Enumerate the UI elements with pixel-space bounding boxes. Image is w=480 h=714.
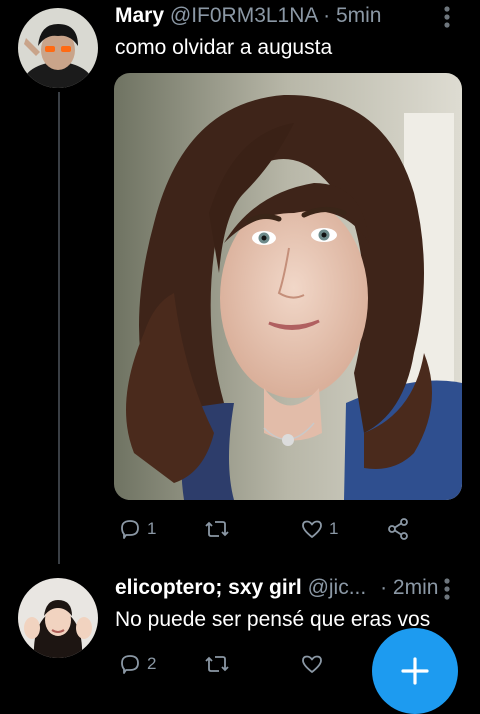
like-count: 1: [329, 519, 339, 538]
heart-icon: [300, 517, 324, 541]
retweet-button[interactable]: [204, 652, 230, 676]
plus-icon: [400, 656, 430, 686]
reply-count: 2: [147, 654, 157, 673]
tweet-header: Mary @IF0RM3L1NA · 5min: [115, 4, 381, 28]
user-avatar[interactable]: [18, 578, 98, 658]
retweet-icon: [204, 517, 230, 541]
share-icon: [386, 517, 410, 541]
like-button[interactable]: [300, 652, 324, 676]
heart-icon: [300, 652, 324, 676]
tweet-actions: 1 1: [118, 517, 428, 547]
reply-count: 1: [147, 519, 157, 538]
display-name[interactable]: elicoptero; sxy girl: [115, 576, 302, 599]
tweet-text: No puede ser pensé que eras vos: [115, 608, 431, 631]
thread-line: [58, 92, 60, 564]
user-avatar[interactable]: [18, 8, 98, 88]
tweet-header: elicoptero; sxy girl @jic... · 2min: [115, 576, 438, 600]
timestamp[interactable]: 5min: [336, 4, 382, 27]
separator: ·: [323, 4, 331, 27]
retweet-button[interactable]: [204, 517, 230, 541]
like-button[interactable]: 1: [300, 517, 338, 541]
more-options-icon[interactable]: [437, 4, 457, 30]
retweet-icon: [204, 652, 230, 676]
reply-icon: [118, 652, 142, 676]
reply-icon: [118, 517, 142, 541]
tweet-actions: 2: [118, 652, 358, 682]
user-handle[interactable]: @IF0RM3L1NA: [170, 4, 317, 27]
tweet-photo[interactable]: [114, 73, 462, 500]
separator: ·: [380, 576, 388, 599]
display-name[interactable]: Mary: [115, 4, 164, 27]
tweet-text: como olvidar a augusta: [115, 36, 333, 59]
user-handle[interactable]: @jic...: [308, 576, 367, 599]
reply-button[interactable]: 2: [118, 652, 156, 676]
reply-button[interactable]: 1: [118, 517, 156, 541]
compose-tweet-button[interactable]: [372, 628, 458, 714]
more-options-icon[interactable]: [437, 576, 457, 602]
timestamp[interactable]: 2min: [393, 576, 439, 599]
share-button[interactable]: [386, 517, 410, 541]
